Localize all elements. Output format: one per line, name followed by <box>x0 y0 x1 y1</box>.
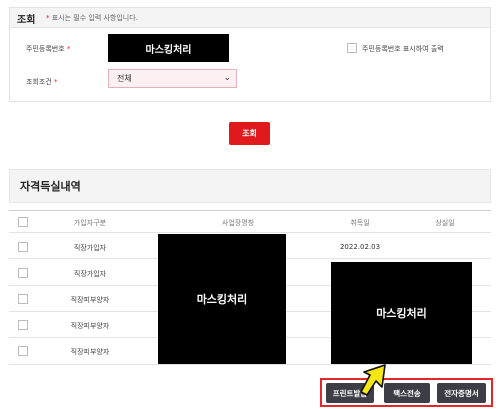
table-row-acquired: 2022.02.03 <box>339 243 381 251</box>
chevron-down-icon: ⌄ <box>223 73 231 83</box>
resident-number-field-masked[interactable]: 마스킹처리 <box>108 34 229 62</box>
company-name-masked: 마스킹처리 <box>158 234 286 364</box>
dates-masked: 마스킹처리 <box>331 262 472 364</box>
row-checkbox[interactable] <box>18 346 28 356</box>
table-row-type: 직장피부양자 <box>70 348 110 356</box>
table-bottom-border <box>9 364 491 365</box>
table-top-border <box>9 210 491 211</box>
table-row-type: 직장피부양자 <box>70 322 110 330</box>
condition-select[interactable]: 전체 ⌄ <box>108 69 237 88</box>
table-row-type: 직장가입자 <box>73 270 107 278</box>
print-resident-label: 주민등록번호 표시하여 출력 <box>362 45 444 53</box>
column-header-acquired: 취득일 <box>350 219 370 227</box>
row-checkbox[interactable] <box>18 242 28 252</box>
column-header-lost: 상실일 <box>435 219 455 227</box>
condition-label: 조회조건 * <box>26 78 58 86</box>
results-header-panel <box>9 169 491 203</box>
print-resident-checkbox[interactable] <box>347 43 357 53</box>
required-note: * 표시는 필수 입력 사항입니다. <box>46 13 138 23</box>
search-button[interactable]: 조회 <box>229 122 270 145</box>
pointer-arrow-icon <box>360 364 386 396</box>
results-title: 자격득실내역 <box>20 180 81 193</box>
row-checkbox[interactable] <box>18 294 28 304</box>
table-header-border <box>9 232 491 233</box>
table-row-type: 직장가입자 <box>73 244 107 252</box>
search-title: 조회 <box>17 15 36 26</box>
column-header-member-type: 가입자구분 <box>73 219 107 227</box>
row-checkbox[interactable] <box>18 320 28 330</box>
table-row-type: 직장피부양자 <box>70 296 110 304</box>
e-certificate-button[interactable]: 전자증명서 <box>437 383 486 403</box>
column-header-company: 사업장명칭 <box>221 219 255 227</box>
resident-number-label: 주민등록번호 * <box>26 45 71 53</box>
required-mark: * <box>46 14 50 22</box>
row-checkbox[interactable] <box>18 268 28 278</box>
required-note-text: 표시는 필수 입력 사항입니다. <box>51 14 138 22</box>
condition-select-value: 전체 <box>117 74 132 83</box>
select-all-checkbox[interactable] <box>18 217 28 227</box>
